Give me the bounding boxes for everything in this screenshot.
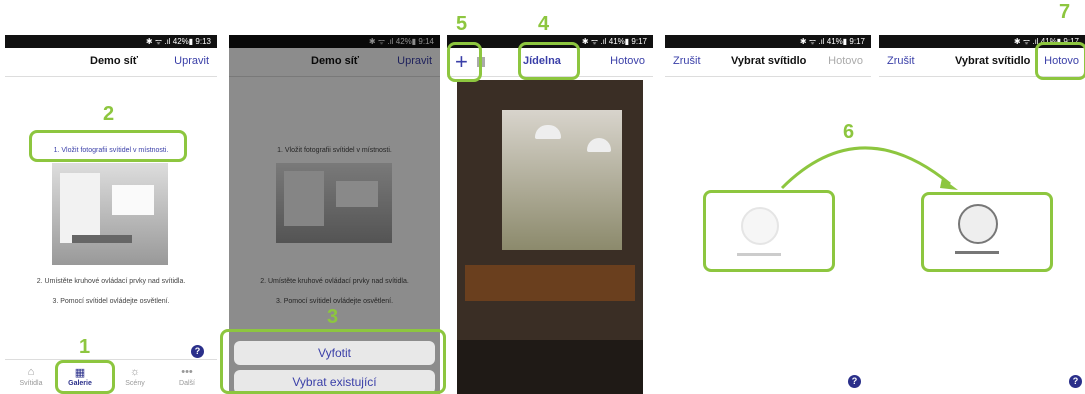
wall-panel-shape (112, 185, 154, 215)
step-number-2: 2 (103, 103, 115, 125)
tab-svitidla[interactable]: ⌂ Svítidla (11, 366, 51, 387)
page-title: Vybrat svítidlo (955, 55, 1031, 67)
step-number-1: 1 (79, 336, 91, 358)
help-icon[interactable]: ? (191, 345, 204, 358)
step-number-4: 4 (538, 13, 550, 35)
page-title: Vybrat svítidlo (731, 55, 807, 67)
tab-sceny[interactable]: ☼ Scény (115, 366, 155, 387)
done-button[interactable]: Hotovo (610, 55, 645, 67)
step-number-6: 6 (843, 121, 855, 143)
tab-label: Svítidla (19, 380, 43, 387)
sun-icon: ☼ (129, 366, 141, 378)
nav-bar: Zrušit Vybrat svítidlo Hotovo (665, 48, 871, 77)
step-number-7: 7 (1059, 1, 1071, 23)
help-icon[interactable]: ? (1069, 375, 1082, 388)
instruction-step-2: 2. Umístěte kruhové ovládací prvky nad s… (36, 278, 186, 285)
cancel-button[interactable]: Zrušit (673, 55, 701, 67)
floor-photo (457, 340, 643, 394)
highlight-action-sheet (220, 329, 446, 394)
window-shape (60, 173, 100, 243)
screen-3: ✱ ᯤ .ıl 41%▮ 9:17 + Jídelna Hotovo (447, 35, 653, 394)
window-photo (502, 110, 622, 250)
highlight-done-button (1035, 42, 1085, 80)
instruction-step-3: 3. Pomocí svítidel ovládejte osvětlení. (52, 298, 170, 305)
help-icon[interactable]: ? (848, 375, 861, 388)
highlight-room-title (518, 42, 580, 80)
page-title: Demo síť (90, 55, 139, 67)
tab-label: Scény (125, 380, 145, 387)
room-photo-illustration (52, 163, 168, 265)
step-number-5: 5 (456, 13, 468, 35)
tab-label: Další (179, 380, 195, 387)
room-photo (457, 80, 643, 394)
highlight-fixture-selected (921, 192, 1053, 272)
status-bar: ✱ ᯤ .ıl 41%▮ 9:17 (665, 35, 871, 48)
more-icon: ••• (181, 366, 193, 378)
screen-1: ✱ ᯤ .ıl 42%▮ 9:13 Demo síť Upravit 1. Vl… (5, 35, 217, 394)
table-photo (465, 265, 635, 301)
status-bar: ✱ ᯤ .ıl 42%▮ 9:13 (5, 35, 217, 48)
table-shape (72, 235, 132, 243)
highlight-fixture-unselected (703, 190, 835, 272)
highlight-add-button (447, 42, 482, 82)
tab-dalsi[interactable]: ••• Další (167, 366, 207, 387)
highlight-galerie-tab (55, 360, 115, 394)
edit-button[interactable]: Upravit (174, 55, 209, 67)
done-button[interactable]: Hotovo (828, 55, 863, 67)
nav-bar: Demo síť Upravit (5, 48, 217, 77)
step-number-3: 3 (327, 306, 339, 328)
highlight-step-1-instruction (29, 130, 187, 162)
cancel-button[interactable]: Zrušit (887, 55, 915, 67)
lamp-icon: ⌂ (27, 366, 35, 378)
